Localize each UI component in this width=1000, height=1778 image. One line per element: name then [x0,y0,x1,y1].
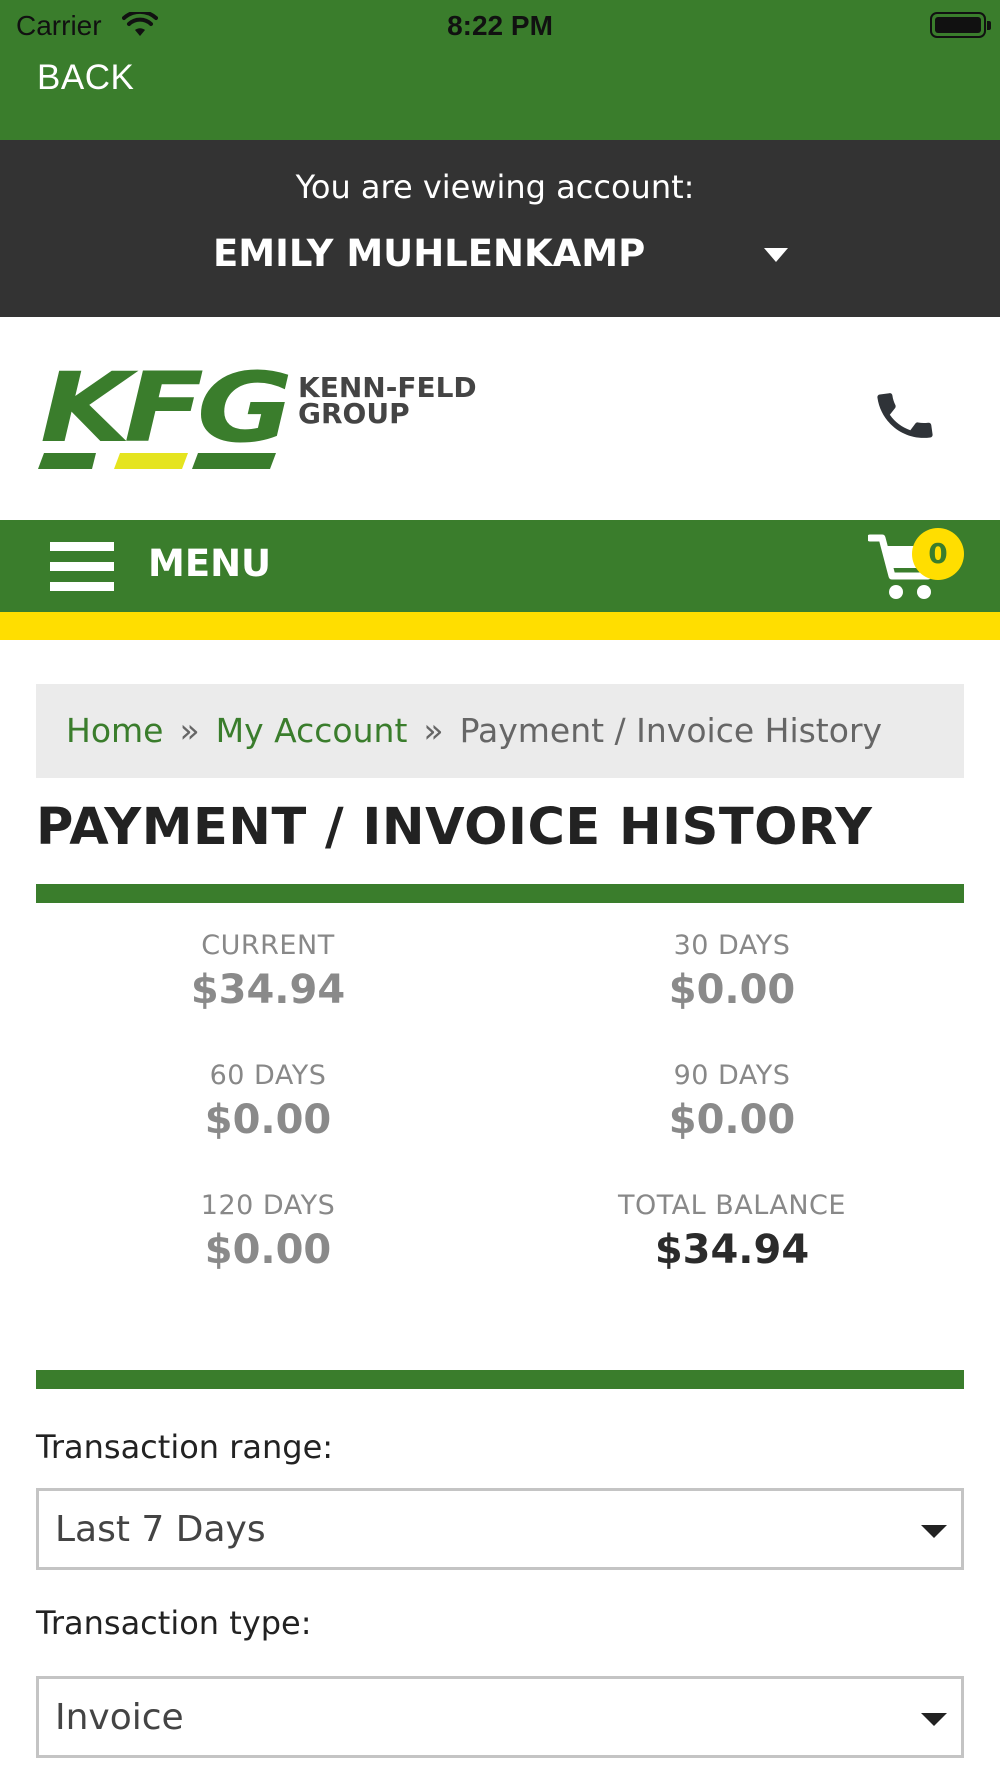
clock: 8:22 PM [447,10,553,41]
transaction-range-value: Last 7 Days [55,1509,266,1550]
hamburger-icon[interactable] [50,540,114,592]
divider [36,884,964,903]
transaction-type-label: Transaction type: [36,1604,312,1642]
aging-90-days: 90 DAYS $0.00 [500,1060,964,1143]
account-name[interactable]: EMILY MUHLENKAMP [213,232,645,275]
aging-30-days: 30 DAYS $0.00 [500,930,964,1013]
phone-icon[interactable] [872,383,938,449]
menu-bar: MENU 0 [0,520,1000,612]
status-bar: Carrier 8:22 PM [0,0,1000,50]
transaction-type-select[interactable]: Invoice [36,1676,964,1758]
svg-text:GROUP: GROUP [298,397,410,430]
divider [36,1370,964,1389]
top-bar: Carrier 8:22 PM BACK [0,0,1000,140]
breadcrumb-separator: » [179,711,200,750]
aging-label: 90 DAYS [673,1060,791,1091]
aging-total-balance: TOTAL BALANCE $34.94 [500,1190,964,1273]
back-button[interactable]: BACK [37,58,134,98]
menu-accent-stripe [0,612,1000,640]
breadcrumb-account-link[interactable]: My Account [216,711,408,750]
aging-label: 120 DAYS [200,1190,336,1221]
cart-count-badge[interactable]: 0 [912,528,964,580]
aging-60-days: 60 DAYS $0.00 [36,1060,500,1143]
kfg-logo[interactable]: KFG KENN-FELD GROUP [36,361,486,471]
caret-down-icon [921,1713,947,1726]
breadcrumb-current: Payment / Invoice History [459,711,883,750]
aging-120-days: 120 DAYS $0.00 [36,1190,500,1273]
aging-value: $0.00 [668,967,796,1013]
site-header: KFG KENN-FELD GROUP [0,317,1000,520]
aging-label: TOTAL BALANCE [618,1190,846,1221]
transaction-range-label: Transaction range: [36,1428,334,1466]
aging-value: $0.00 [668,1097,796,1143]
transaction-type-value: Invoice [55,1697,184,1738]
account-selector[interactable]: You are viewing account: EMILY MUHLENKAM… [0,140,1000,317]
aging-label: CURRENT [201,930,335,961]
svg-text:KFG: KFG [40,361,289,464]
breadcrumb: Home » My Account » Payment / Invoice Histor… [36,684,964,778]
breadcrumb-home-link[interactable]: Home [66,711,163,750]
page-title: PAYMENT / INVOICE HISTORY [36,798,873,857]
caret-down-icon[interactable] [764,248,788,262]
battery-icon [930,12,991,38]
aging-value: $0.00 [204,1097,332,1143]
caret-down-icon [921,1525,947,1538]
account-caption: You are viewing account: [295,168,695,206]
total-balance-value: $34.94 [654,1227,810,1273]
aging-label: 30 DAYS [673,930,791,961]
aging-value: $34.94 [190,967,346,1013]
menu-button[interactable]: MENU [148,542,271,585]
aging-label: 60 DAYS [209,1060,327,1091]
transaction-range-select[interactable]: Last 7 Days [36,1488,964,1570]
breadcrumb-separator: » [423,711,444,750]
aging-current: CURRENT $34.94 [36,930,500,1013]
aging-value: $0.00 [204,1227,332,1273]
